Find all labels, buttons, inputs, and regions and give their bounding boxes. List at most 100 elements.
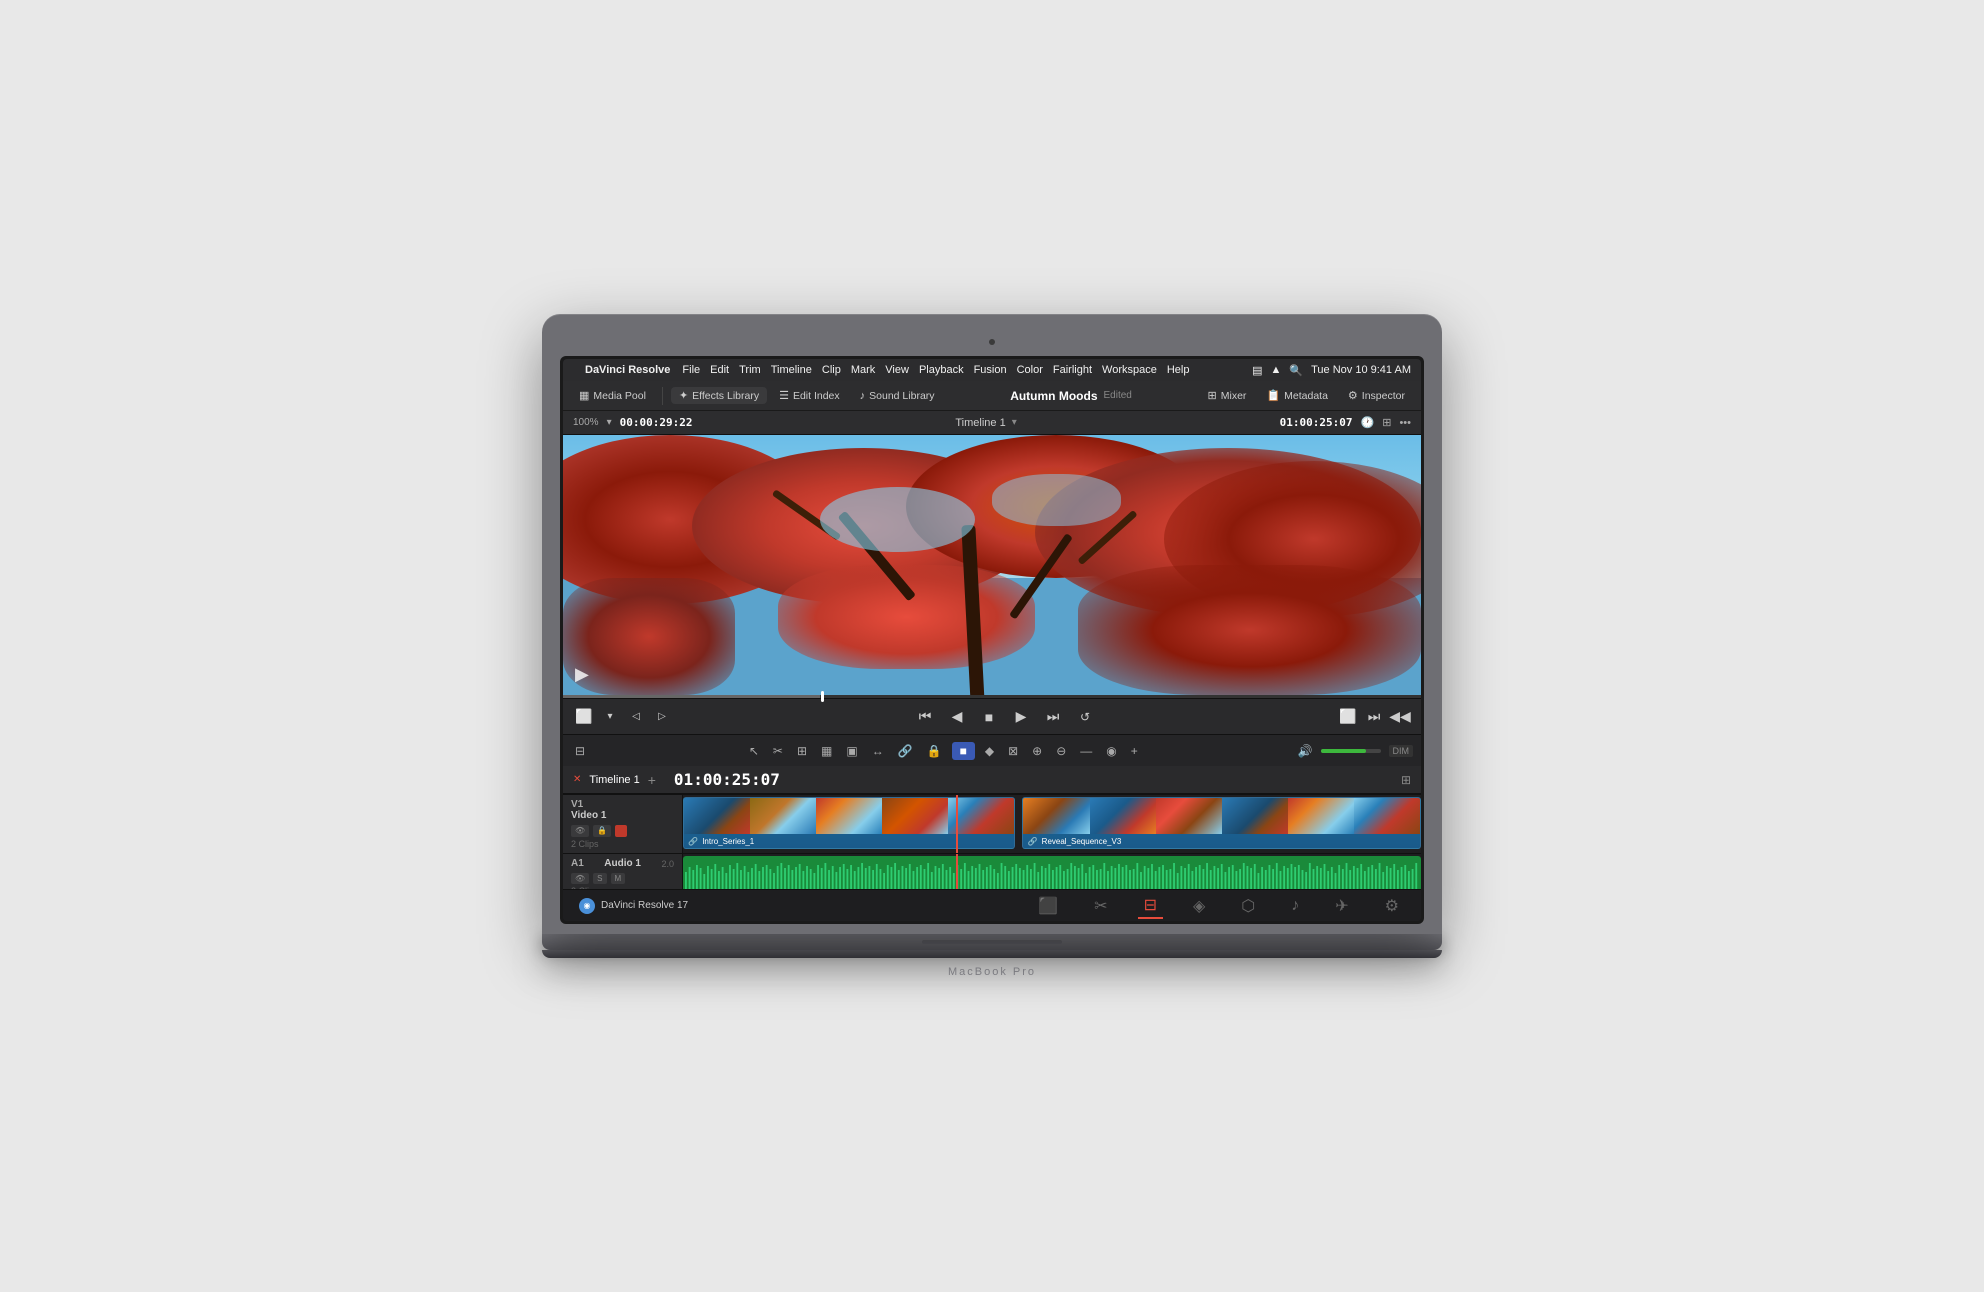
monitor-dropdown-btn[interactable]: ▾ (599, 706, 621, 728)
snapping-btn[interactable]: ◆ (981, 742, 998, 760)
timeline-add-btn[interactable]: + (648, 772, 656, 788)
timeline-expand-btn[interactable]: ⊞ (1401, 773, 1411, 787)
add-keyframe-btn[interactable]: + (1127, 742, 1142, 760)
select-tool-btn[interactable]: ↖ (745, 742, 763, 760)
timeline-label: Timeline 1 (955, 417, 1005, 429)
play-prev-btn[interactable]: ◀ (946, 706, 968, 728)
track-eye-btn[interactable]: 👁 (571, 825, 589, 837)
viewer-topbar: 100% ▾ 00:00:29:22 Timeline 1 ▾ 01:00:25… (563, 411, 1421, 435)
tab-cut[interactable]: ✂ (1088, 894, 1113, 918)
effects-library-btn[interactable]: ✦ Effects Library (671, 387, 767, 404)
audio-solo-btn[interactable]: S (593, 873, 606, 884)
link-btn[interactable]: 🔗 (894, 742, 917, 760)
play-overlay-btn[interactable]: ▶ (575, 664, 589, 685)
timeline-section: ✕ Timeline 1 + 01:00:25:07 ⊞ (563, 766, 1421, 889)
audio-clip-1[interactable]: // Generate waveform bars inline via scr… (683, 856, 1421, 889)
timeline-zoom-slider[interactable]: — (1076, 742, 1096, 760)
timeline-tab-name[interactable]: Timeline 1 (589, 774, 639, 786)
menu-workspace[interactable]: Workspace (1102, 364, 1157, 376)
clip-1-name: Intro_Series_1 (702, 837, 754, 846)
tab-deliver[interactable]: ✈ (1329, 894, 1354, 918)
clip-link-icon: 🔗 (688, 837, 698, 846)
mixer-btn[interactable]: ⊞ Mixer (1200, 387, 1255, 404)
replace-btn[interactable]: ↔ (868, 742, 888, 760)
nav-next-btn[interactable]: ▷ (651, 706, 673, 728)
screen: DaVinci Resolve File Edit Trim Timeline … (563, 359, 1421, 921)
workspace-tabs[interactable]: ⬛ ✂ ⊟ ◈ ⬡ ♪ ✈ ⚙ (1032, 893, 1405, 919)
timecode-settings-icon[interactable]: 🕐 (1361, 416, 1375, 429)
inspector-btn[interactable]: ⚙ Inspector (1340, 387, 1413, 404)
fullscreen-btn[interactable]: ⏭ (1363, 706, 1385, 728)
zoom-out-btn[interactable]: ⊖ (1052, 742, 1070, 760)
media-pool-label: Media Pool (593, 390, 646, 402)
sound-library-btn[interactable]: ♪ Sound Library (852, 388, 943, 404)
video-track-row: V1 Video 1 👁 🔒 2 Clips (563, 795, 1421, 854)
grid-view-btn[interactable]: ⊟ (571, 742, 589, 760)
menu-playback[interactable]: Playback (919, 364, 964, 376)
tab-media[interactable]: ⬛ (1032, 894, 1064, 918)
menu-timeline[interactable]: Timeline (771, 364, 812, 376)
menu-fairlight[interactable]: Fairlight (1053, 364, 1092, 376)
viewer-more-icon[interactable]: ••• (1399, 417, 1411, 429)
media-pool-btn[interactable]: ▦ Media Pool (571, 387, 654, 404)
progress-handle[interactable] (821, 691, 824, 702)
menu-color[interactable]: Color (1017, 364, 1043, 376)
go-to-start-btn[interactable]: ⏮ (914, 706, 936, 728)
track-lock-btn[interactable]: 🔒 (593, 825, 611, 837)
tab-fusion[interactable]: ◈ (1187, 894, 1211, 918)
audio-mute-btn[interactable]: M (611, 873, 626, 884)
insert-btn[interactable]: ▦ (817, 742, 836, 760)
zoom-fit-btn[interactable]: ⊠ (1004, 742, 1022, 760)
search-icon[interactable]: 🔍 (1289, 364, 1303, 377)
dynamic-trim-btn[interactable]: ⊞ (793, 742, 811, 760)
tab-color[interactable]: ⬡ (1235, 894, 1261, 918)
menu-items[interactable]: File Edit Trim Timeline Clip Mark View P… (682, 364, 1189, 376)
viewer-layout-btn[interactable]: ⬜ (1337, 706, 1359, 728)
menu-mark[interactable]: Mark (851, 364, 875, 376)
timeline-close-btn[interactable]: ✕ (573, 774, 581, 785)
keyframe-btn[interactable]: ◉ (1102, 742, 1120, 760)
overwrite-btn[interactable]: ▣ (842, 742, 861, 760)
edit-index-btn[interactable]: ☰ Edit Index (771, 387, 848, 404)
menu-trim[interactable]: Trim (739, 364, 761, 376)
loop-btn[interactable]: ↺ (1074, 706, 1096, 728)
monitor-btn[interactable]: ⬜ (573, 706, 595, 728)
audio-track-row: A1 Audio 1 2.0 👁 S M (563, 854, 1421, 889)
menu-fusion[interactable]: Fusion (974, 364, 1007, 376)
menu-file[interactable]: File (682, 364, 700, 376)
zoom-in-btn[interactable]: ⊕ (1028, 742, 1046, 760)
inspector-icon: ⚙ (1348, 389, 1358, 402)
video-clip-2[interactable]: 🔗 Reveal_Sequence_V3 (1022, 797, 1421, 849)
viewer-topbar-left: 100% ▾ 00:00:29:22 (573, 416, 692, 429)
audio-track-eye-btn[interactable]: 👁 (571, 873, 589, 884)
track-color-btn[interactable] (615, 825, 627, 837)
video-track-clips-count: 2 Clips (571, 839, 674, 849)
menu-clip[interactable]: Clip (822, 364, 841, 376)
video-clip-1[interactable]: 🔗 Intro_Series_1 (683, 797, 1015, 849)
tab-fairlight[interactable]: ♪ (1285, 895, 1305, 917)
thumb-2d (1222, 798, 1288, 834)
cinema-btn[interactable]: ◀◀ (1389, 706, 1411, 728)
blade-tool-btn[interactable]: ✂ (769, 742, 787, 760)
menu-help[interactable]: Help (1167, 364, 1190, 376)
volume-slider[interactable] (1321, 749, 1381, 753)
lock-btn[interactable]: 🔒 (923, 742, 946, 760)
stop-btn[interactable]: ■ (978, 706, 1000, 728)
nav-prev-btn[interactable]: ◁ (625, 706, 647, 728)
viewer-topbar-right: 01:00:25:07 🕐 ⊞ ••• (1280, 416, 1411, 429)
play-next-btn[interactable]: ⏭ (1042, 706, 1064, 728)
zoom-level[interactable]: 100% (573, 417, 599, 428)
progress-bar-container[interactable] (563, 695, 1421, 698)
zoom-dropdown-icon[interactable]: ▾ (607, 417, 612, 428)
tab-edit[interactable]: ⊟ (1138, 893, 1163, 919)
menu-view[interactable]: View (885, 364, 909, 376)
timeline-dropdown-icon[interactable]: ▾ (1012, 417, 1017, 428)
viewer-options-icon[interactable]: ⊞ (1382, 416, 1391, 429)
metadata-btn[interactable]: 📋 Metadata (1258, 387, 1335, 404)
thumb-2f (1354, 798, 1420, 834)
playback-bar: ⬜ ▾ ◁ ▷ ⏮ ◀ ■ ▶ ⏭ ↺ (563, 698, 1421, 734)
play-btn[interactable]: ▶ (1010, 706, 1032, 728)
tab-settings[interactable]: ⚙ (1379, 894, 1405, 918)
flag-btn[interactable]: ■ (952, 742, 975, 760)
menu-edit[interactable]: Edit (710, 364, 729, 376)
